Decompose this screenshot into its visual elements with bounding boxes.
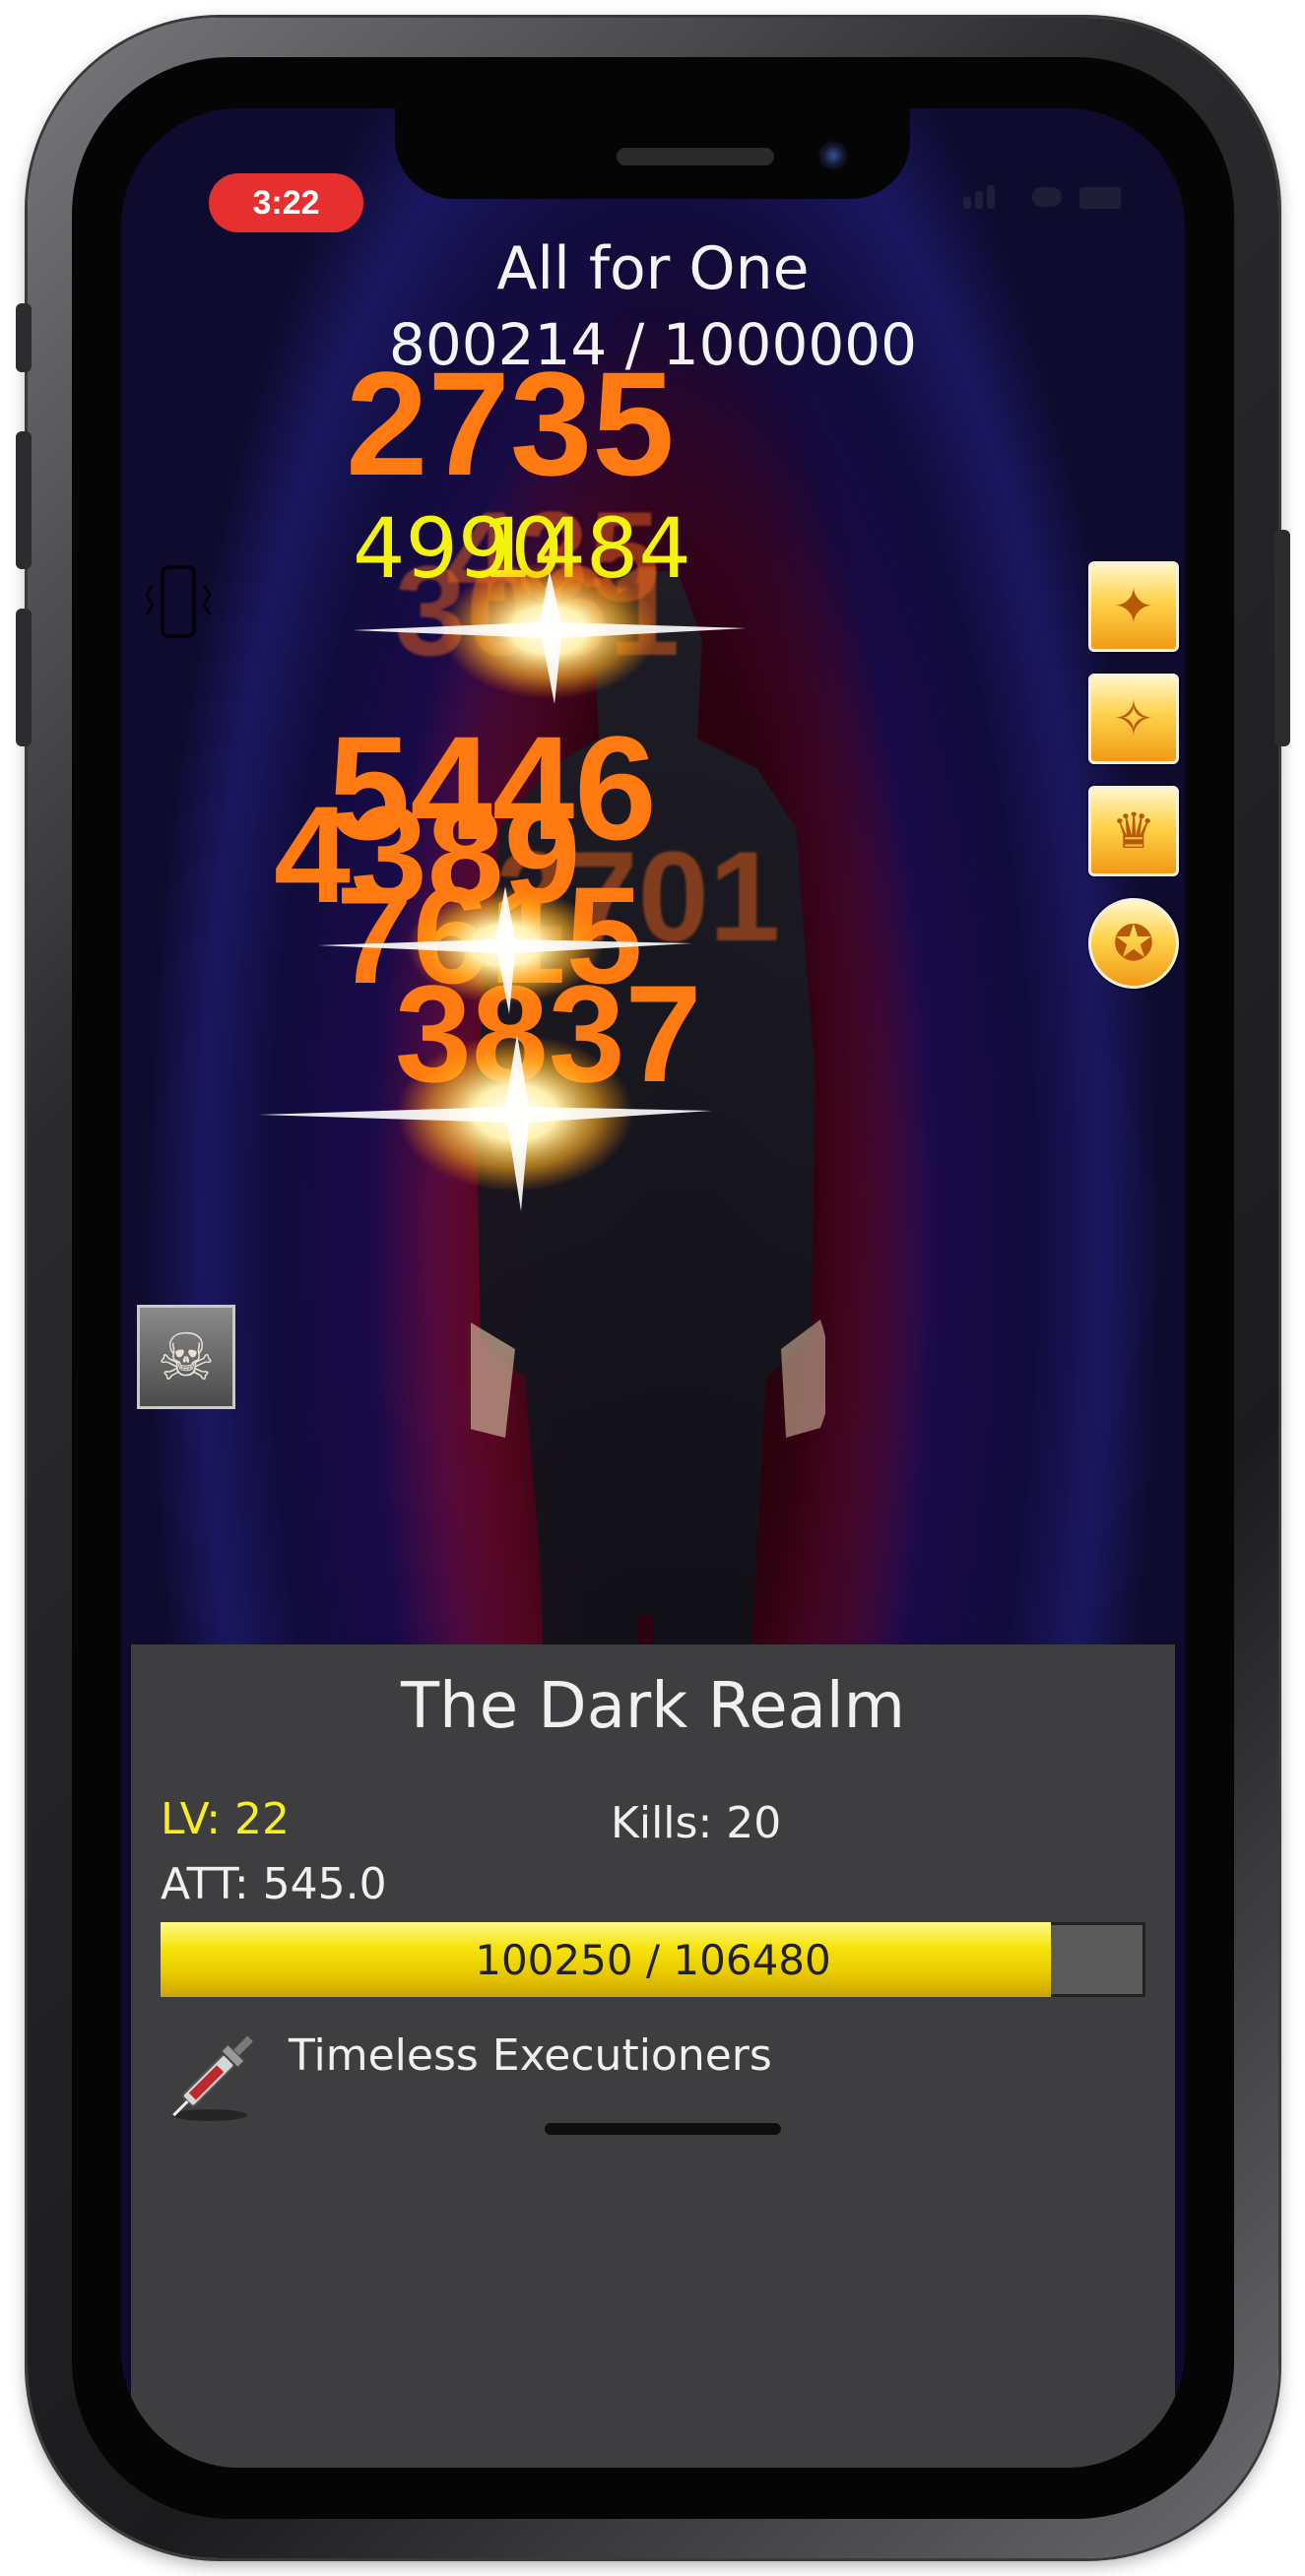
boss-name: All for One	[496, 234, 810, 303]
golden-statue-icon[interactable]: ♛	[1088, 786, 1179, 876]
boss-hp: 800214 / 1000000	[388, 311, 918, 378]
volume-up-button	[16, 431, 32, 569]
level-label: LV: 22	[161, 1794, 290, 1844]
kills-label: Kills: 20	[611, 1798, 782, 1848]
game-screen[interactable]: 3:22 All for One 800214 / 1000000 2735 4…	[121, 108, 1185, 2468]
skull-icon[interactable]: ☠	[137, 1305, 235, 1409]
winged-crest-icon[interactable]: ✦	[1088, 561, 1179, 652]
volume-down-button	[16, 609, 32, 746]
phone-frame: 3:22 All for One 800214 / 1000000 2735 4…	[16, 18, 1290, 2558]
status-time[interactable]: 3:22	[209, 173, 363, 232]
front-camera	[818, 141, 848, 170]
skill-bar: ✦ ✧ ♛ ✪	[1088, 561, 1179, 1010]
guild-name: Timeless Executioners	[289, 2030, 772, 2081]
hit-burst	[353, 561, 747, 704]
status-icons	[963, 179, 1126, 219]
vibrate-phone-icon[interactable]	[139, 555, 218, 654]
realm-title: The Dark Realm	[401, 1670, 905, 1743]
eagle-crest-icon[interactable]: ✧	[1088, 674, 1179, 764]
attack-label: ATT: 545.0	[161, 1859, 387, 1909]
action-button	[16, 303, 32, 372]
stats-panel: The Dark Realm LV: 22 Kills: 20 ATT: 545…	[131, 1644, 1175, 2468]
notch	[395, 108, 910, 199]
attack-up-icon[interactable]: ✪	[1088, 898, 1179, 989]
hit-burst	[259, 1034, 712, 1211]
home-indicator[interactable]	[545, 2123, 781, 2135]
speaker-grille	[617, 148, 774, 165]
xp-bar: 100250 / 106480	[161, 1922, 1145, 1997]
power-button	[1274, 530, 1290, 746]
bezel: 3:22 All for One 800214 / 1000000 2735 4…	[72, 57, 1234, 2519]
syringe-weapon-icon	[172, 2035, 253, 2121]
xp-bar-label: 100250 / 106480	[475, 1935, 831, 1984]
